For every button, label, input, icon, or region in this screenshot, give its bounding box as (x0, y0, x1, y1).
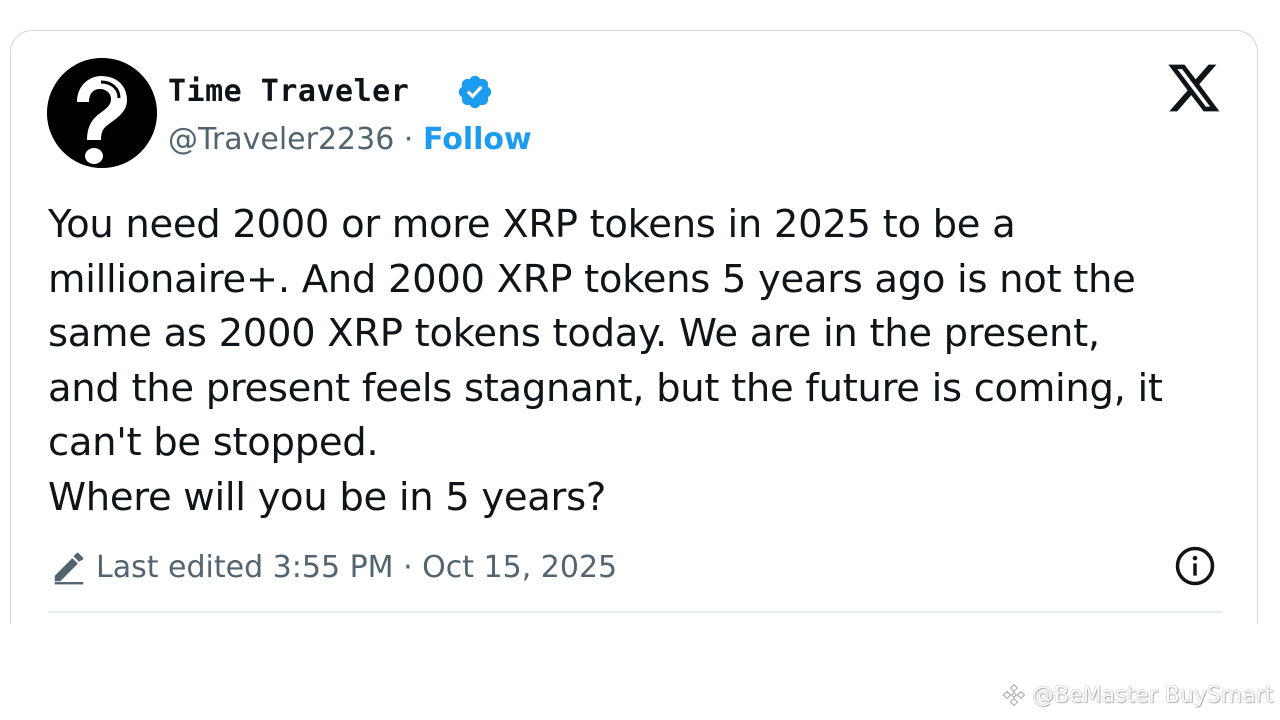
pencil-icon (54, 552, 84, 585)
x-logo-icon[interactable] (1166, 62, 1222, 114)
verified-badge-icon (458, 75, 492, 109)
watermark: @BeMaster BuySmart (1000, 680, 1273, 710)
divider (48, 611, 1222, 613)
question-mark-avatar-icon (47, 58, 157, 168)
handle-row: @Traveler2236 · Follow (168, 122, 532, 157)
user-handle[interactable]: @Traveler2236 (168, 122, 394, 157)
avatar[interactable] (47, 58, 157, 168)
watermark-text: @BeMaster BuySmart (1032, 682, 1274, 708)
separator-dot: · (394, 122, 423, 157)
tweet-body: You need 2000 or more XRP tokens in 2025… (48, 202, 1163, 520)
binance-logo-icon (1002, 683, 1026, 707)
info-icon[interactable] (1174, 545, 1216, 587)
display-name[interactable]: Time Traveler (168, 74, 409, 109)
last-edited-label: Last edited 3:55 PM · Oct 15, 2025 (96, 549, 618, 585)
edit-history-row[interactable]: Last edited 3:55 PM · Oct 15, 2025 (50, 545, 617, 589)
follow-button[interactable]: Follow (423, 122, 532, 157)
